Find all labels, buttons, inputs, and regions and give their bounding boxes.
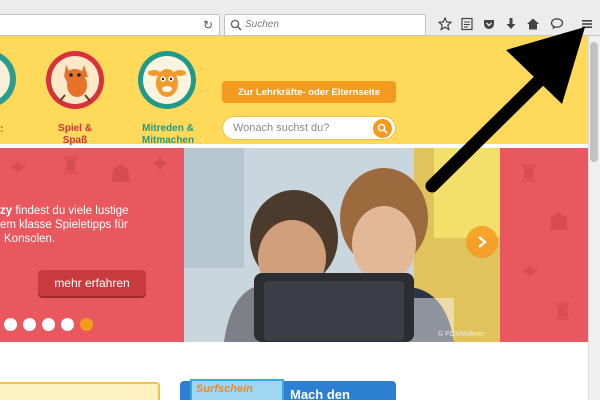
hero-text-bold: zy — [0, 205, 13, 217]
search-icon — [230, 19, 242, 31]
photo-credit: © FOX/Volkner — [438, 331, 485, 338]
ghost-pattern-icon: ☗ — [548, 209, 570, 236]
nav-icon-spiel-spass[interactable] — [46, 51, 104, 109]
nav-icon-mitreden-mitmachen[interactable] — [138, 51, 196, 109]
more-info-label: mehr erfahren — [54, 276, 130, 290]
invader-pattern-icon: ♜ — [518, 161, 540, 188]
bookmark-star-icon[interactable] — [436, 15, 454, 33]
invader-pattern-icon: ♜ — [552, 299, 574, 326]
gamepad-pattern-icon: ✦ — [520, 259, 541, 286]
site-search-input[interactable]: Wonach suchst du? — [222, 116, 396, 140]
slider-dot[interactable] — [4, 318, 17, 331]
nav-label-mitreden-mitmachen[interactable]: Mitreden & Mitmachen — [134, 123, 202, 147]
slider-dot[interactable] — [23, 318, 36, 331]
slider-dot[interactable] — [80, 318, 93, 331]
site-search-button[interactable] — [373, 119, 392, 138]
content-teasers: Surfschein Mach den — [0, 344, 588, 400]
browser-search-bar[interactable]: Suchen — [224, 14, 426, 36]
slider-dot[interactable] — [42, 318, 55, 331]
url-bar[interactable]: ↻ — [0, 14, 220, 36]
surfschein-badge-text: Surfschein — [196, 383, 253, 395]
chevron-right-icon — [478, 236, 487, 248]
gamepad-pattern-icon: ✦ — [8, 155, 29, 182]
reading-list-icon[interactable] — [458, 15, 476, 33]
teaser-card-yellow[interactable] — [0, 382, 160, 400]
teaser-card-title: Mach den — [290, 387, 350, 400]
home-icon[interactable] — [524, 15, 542, 33]
hero-photo-kids-tablet — [184, 148, 500, 342]
goat-character-icon — [143, 56, 191, 104]
surfschein-badge: Surfschein — [190, 379, 284, 400]
browser-window: ↻ Suchen : Spiel & Spaß Mitreden & Mitma… — [0, 0, 600, 400]
chat-bubble-icon[interactable] — [548, 15, 566, 33]
ghost-pattern-icon: ☗ — [110, 161, 132, 188]
hero-text: zy findest du viele lustige em klasse Sp… — [0, 204, 180, 246]
site-search-placeholder: Wonach suchst du? — [233, 122, 330, 134]
gamepad-pattern-icon: ✦ — [150, 151, 171, 178]
pocket-icon[interactable] — [480, 15, 498, 33]
hero-text-line1: findest du viele lustige — [12, 205, 129, 217]
fox-character-icon — [51, 56, 99, 104]
teaser-card-surfschein[interactable]: Surfschein Mach den — [180, 379, 396, 400]
more-info-button[interactable]: mehr erfahren — [38, 270, 146, 296]
download-icon[interactable] — [502, 15, 520, 33]
invader-pattern-icon: ♜ — [60, 153, 82, 180]
search-icon — [377, 123, 388, 134]
browser-search-placeholder: Suchen — [245, 19, 279, 30]
teacher-parent-page-button[interactable]: Zur Lehrkräfte- oder Elternseite — [222, 81, 396, 103]
hero-text-line3: Konsolen. — [4, 233, 56, 245]
site-header: : Spiel & Spaß Mitreden & Mitmachen Zur … — [0, 36, 588, 147]
scrollbar-thumb[interactable] — [590, 42, 598, 162]
nav-label-partial: : — [0, 124, 4, 135]
nav-icon-partial[interactable] — [0, 50, 16, 108]
hero-slider: ✦ ♜ ☗ ✦ ♜ ☗ ✦ ♜ zy findest du viele lust… — [0, 148, 588, 342]
browser-toolbar: ↻ Suchen — [0, 0, 600, 36]
nav-label-spiel-spass[interactable]: Spiel & Spaß — [44, 123, 106, 147]
reload-icon[interactable]: ↻ — [201, 18, 215, 32]
teacher-parent-page-label: Zur Lehrkräfte- oder Elternseite — [237, 86, 380, 98]
slider-dot[interactable] — [61, 318, 74, 331]
slider-dots — [4, 318, 93, 332]
hero-text-line2: em klasse Spieletipps für — [0, 219, 128, 231]
hamburger-menu-icon[interactable] — [578, 15, 596, 33]
slider-next-button[interactable] — [466, 226, 498, 258]
